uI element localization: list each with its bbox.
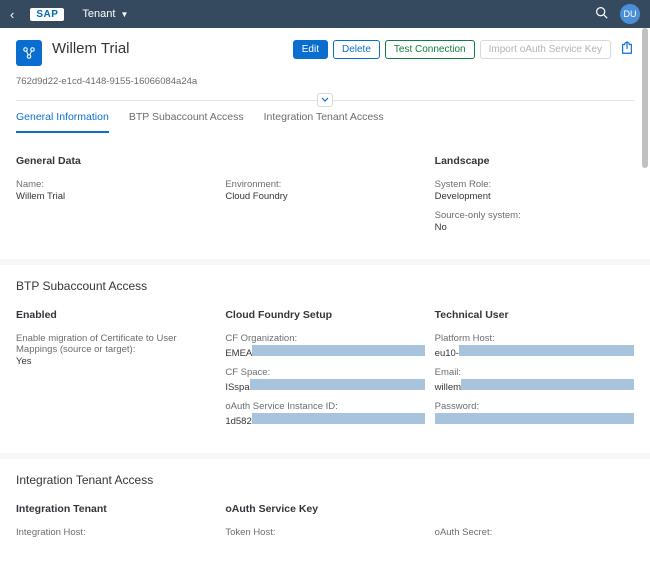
search-icon[interactable] xyxy=(595,6,608,22)
import-oauth-button: Import oAuth Service Key xyxy=(480,40,611,59)
value-migration: Yes xyxy=(16,356,215,367)
label-migration: Enable migration of Certificate to User … xyxy=(16,333,215,355)
edit-button[interactable]: Edit xyxy=(293,40,328,59)
group-cf-setup: Cloud Foundry Setup xyxy=(225,309,424,321)
redacted-block xyxy=(461,379,634,390)
expand-header-button[interactable] xyxy=(317,93,333,107)
label-source-only: Source-only system: xyxy=(435,210,634,221)
value-password xyxy=(435,413,634,424)
group-enabled: Enabled xyxy=(16,309,215,321)
header-separator xyxy=(16,93,634,107)
value-system-role: Development xyxy=(435,191,634,202)
share-icon[interactable] xyxy=(620,41,634,58)
group-landscape: Landscape xyxy=(435,155,634,167)
user-avatar[interactable]: DU xyxy=(620,4,640,24)
value-source-only: No xyxy=(435,222,634,233)
tenant-guid: 762d9d22-e1cd-4148-9155-16066084a24a xyxy=(16,76,634,87)
label-name: Name: xyxy=(16,179,215,190)
delete-button[interactable]: Delete xyxy=(333,40,380,59)
section-title-integration: Integration Tenant Access xyxy=(16,473,634,487)
sap-logo: SAP xyxy=(30,8,64,21)
tab-general-information[interactable]: General Information xyxy=(16,111,109,133)
value-name: Willem Trial xyxy=(16,191,215,202)
label-cf-org: CF Organization: xyxy=(225,333,424,344)
group-technical-user: Technical User xyxy=(435,309,634,321)
group-general-data: General Data xyxy=(16,155,215,167)
value-oauth-instance: 1d582 xyxy=(225,413,424,427)
shell-header: ‹ SAP Tenant ▼ DU xyxy=(0,0,650,28)
group-integration-tenant: Integration Tenant xyxy=(16,503,215,515)
value-cf-space: ISspa xyxy=(225,379,424,393)
redacted-block xyxy=(435,413,634,424)
back-button[interactable]: ‹ xyxy=(10,7,14,22)
section-general-information: General Data Name: Willem Trial . Enviro… xyxy=(0,133,650,259)
label-integration-host: Integration Host: xyxy=(16,527,215,538)
value-platform-host: eu10- xyxy=(435,345,634,359)
test-connection-button[interactable]: Test Connection xyxy=(385,40,475,59)
label-oauth-instance: oAuth Service Instance ID: xyxy=(225,401,424,412)
redacted-block xyxy=(459,345,634,356)
section-title-btp: BTP Subaccount Access xyxy=(16,279,634,293)
label-system-role: System Role: xyxy=(435,179,634,190)
label-cf-space: CF Space: xyxy=(225,367,424,378)
content-area: General Data Name: Willem Trial . Enviro… xyxy=(0,133,650,564)
label-environment: Environment: xyxy=(225,179,424,190)
tab-bar: General Information BTP Subaccount Acces… xyxy=(16,107,634,133)
header-actions: Edit Delete Test Connection Import oAuth… xyxy=(293,40,634,59)
section-btp-subaccount: BTP Subaccount Access Enabled Enable mig… xyxy=(0,265,650,453)
redacted-block xyxy=(252,413,425,424)
value-email: willem xyxy=(435,379,634,393)
label-token-host: Token Host: xyxy=(225,527,424,538)
tab-btp-subaccount-access[interactable]: BTP Subaccount Access xyxy=(129,111,244,133)
redacted-block xyxy=(250,379,425,390)
value-environment: Cloud Foundry xyxy=(225,191,424,202)
label-password: Password: xyxy=(435,401,634,412)
tenant-label: Tenant xyxy=(82,8,115,20)
section-integration-tenant: Integration Tenant Access Integration Te… xyxy=(0,459,650,564)
group-oauth-key: oAuth Service Key xyxy=(225,503,424,515)
page-title: Willem Trial xyxy=(52,40,130,57)
value-cf-org: EMEA xyxy=(225,345,424,359)
scrollbar[interactable] xyxy=(642,28,648,168)
label-platform-host: Platform Host: xyxy=(435,333,634,344)
tab-integration-tenant-access[interactable]: Integration Tenant Access xyxy=(264,111,384,133)
tenant-icon xyxy=(16,40,42,66)
label-oauth-secret: oAuth Secret: xyxy=(435,527,634,538)
page-header: Willem Trial Edit Delete Test Connection… xyxy=(0,28,650,133)
label-email: Email: xyxy=(435,367,634,378)
chevron-down-icon: ▼ xyxy=(120,10,128,19)
redacted-block xyxy=(252,345,424,356)
tenant-dropdown[interactable]: Tenant ▼ xyxy=(82,8,128,20)
